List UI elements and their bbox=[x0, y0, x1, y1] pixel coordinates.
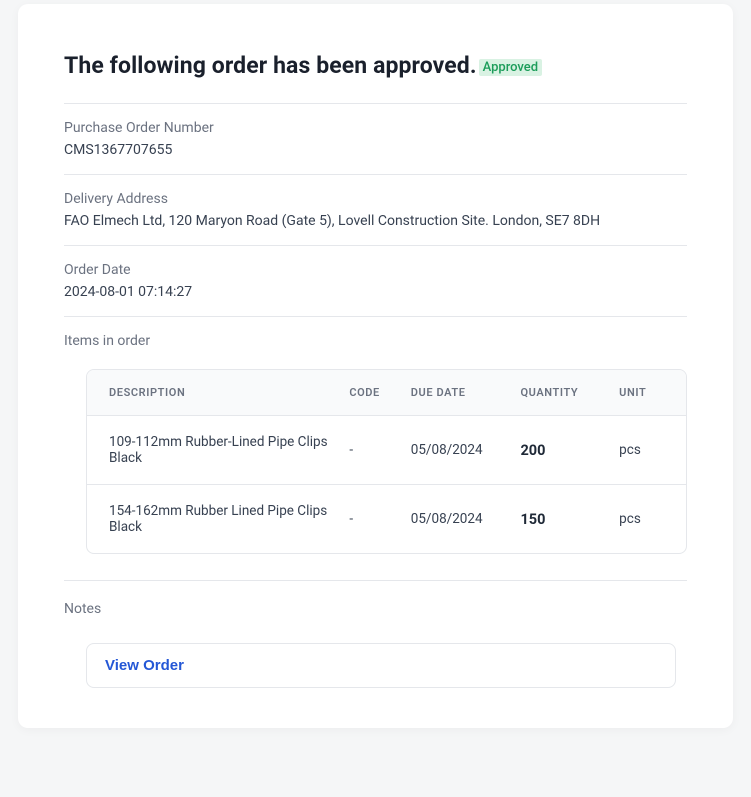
date-label: Order Date bbox=[64, 262, 687, 278]
po-label: Purchase Order Number bbox=[64, 120, 687, 136]
page-title: The following order has been approved. bbox=[64, 52, 477, 79]
po-section: Purchase Order Number CMS1367707655 bbox=[64, 103, 687, 174]
cell-description: 154-162mm Rubber Lined Pipe Clips Black bbox=[87, 485, 339, 554]
cell-unit: pcs bbox=[609, 485, 686, 554]
status-badge: Approved bbox=[479, 59, 543, 76]
col-unit: UNIT bbox=[609, 370, 686, 416]
table-row: 154-162mm Rubber Lined Pipe Clips Black … bbox=[87, 485, 686, 554]
address-value: FAO Elmech Ltd, 120 Maryon Road (Gate 5)… bbox=[64, 213, 687, 229]
po-value: CMS1367707655 bbox=[64, 142, 687, 158]
cell-due-date: 05/08/2024 bbox=[401, 485, 511, 554]
col-due-date: DUE DATE bbox=[401, 370, 511, 416]
notes-label: Notes bbox=[64, 601, 687, 617]
items-table: DESCRIPTION CODE DUE DATE QUANTITY UNIT … bbox=[87, 370, 686, 553]
cell-code: - bbox=[339, 416, 400, 485]
cell-due-date: 05/08/2024 bbox=[401, 416, 511, 485]
view-order-button[interactable]: View Order bbox=[86, 643, 676, 688]
address-section: Delivery Address FAO Elmech Ltd, 120 Mar… bbox=[64, 174, 687, 245]
col-quantity: QUANTITY bbox=[510, 370, 609, 416]
cell-quantity: 150 bbox=[510, 485, 609, 554]
address-label: Delivery Address bbox=[64, 191, 687, 207]
cell-unit: pcs bbox=[609, 416, 686, 485]
col-description: DESCRIPTION bbox=[87, 370, 339, 416]
items-table-wrap: DESCRIPTION CODE DUE DATE QUANTITY UNIT … bbox=[86, 369, 687, 554]
items-section: Items in order DESCRIPTION CODE DUE DATE… bbox=[64, 316, 687, 554]
table-header-row: DESCRIPTION CODE DUE DATE QUANTITY UNIT bbox=[87, 370, 686, 416]
order-card: The following order has been approved. A… bbox=[18, 4, 733, 728]
items-label: Items in order bbox=[64, 333, 687, 349]
cell-code: - bbox=[339, 485, 400, 554]
date-section: Order Date 2024-08-01 07:14:27 bbox=[64, 245, 687, 316]
cell-quantity: 200 bbox=[510, 416, 609, 485]
heading-row: The following order has been approved. A… bbox=[64, 52, 687, 79]
table-row: 109-112mm Rubber-Lined Pipe Clips Black … bbox=[87, 416, 686, 485]
date-value: 2024-08-01 07:14:27 bbox=[64, 284, 687, 300]
cell-description: 109-112mm Rubber-Lined Pipe Clips Black bbox=[87, 416, 339, 485]
col-code: CODE bbox=[339, 370, 400, 416]
notes-section: Notes bbox=[64, 580, 687, 643]
